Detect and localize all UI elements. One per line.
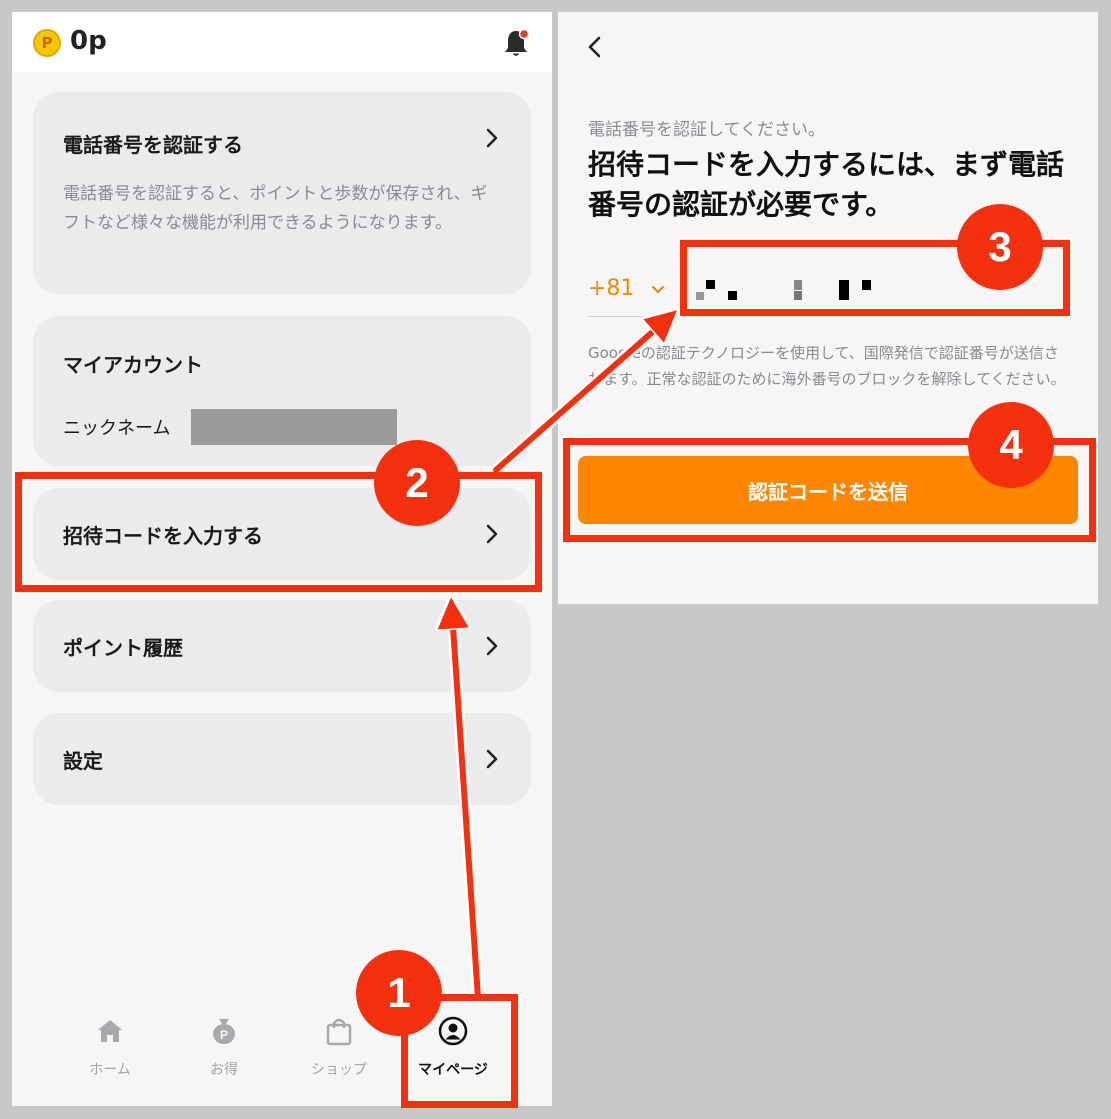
points-balance: 0p (70, 26, 107, 56)
nickname-redacted (191, 409, 397, 445)
my-page-screen: P 0p 電話番号を認証する 電話番号を認証すると、ポイントと歩数が保存され、ギ… (12, 12, 552, 1106)
shopping-bag-icon (326, 1018, 352, 1046)
notification-bell-icon[interactable] (502, 28, 530, 58)
my-account-card: マイアカウント ニックネーム (33, 316, 531, 466)
chevron-right-icon (486, 524, 498, 544)
my-account-title: マイアカウント (63, 353, 203, 377)
nav-mypage-label: マイページ (418, 1062, 488, 1078)
step-3-badge: 3 (957, 204, 1043, 290)
bottom-nav: ホーム P お得 ショップ マイページ (12, 997, 552, 1106)
step-2-badge: 2 (374, 440, 460, 526)
nav-home-label: ホーム (89, 1062, 131, 1078)
phone-verification-screen: 電話番号を認証してください。 招待コードを入力するには、まず電話番号の認証が必要… (558, 12, 1098, 604)
nav-home[interactable]: ホーム (55, 1015, 165, 1079)
phone-verify-card[interactable]: 電話番号を認証する 電話番号を認証すると、ポイントと歩数が保存され、ギフトなど様… (33, 92, 531, 294)
step-1-badge: 1 (356, 950, 442, 1036)
phone-verify-title: 電話番号を認証する (63, 133, 243, 157)
phone-number-input[interactable] (696, 274, 896, 306)
home-icon (98, 1020, 122, 1042)
step-4-badge: 4 (968, 402, 1054, 488)
invite-code-card[interactable]: 招待コードを入力する (33, 488, 531, 580)
chevron-right-icon (486, 749, 498, 769)
nav-deals[interactable]: P お得 (169, 1015, 279, 1079)
verification-subtitle: 電話番号を認証してください。 (588, 120, 825, 140)
invite-code-title: 招待コードを入力する (63, 524, 263, 548)
point-coin-icon: P (33, 29, 61, 57)
country-code-select[interactable]: +81 (588, 276, 634, 301)
back-arrow-icon[interactable] (584, 34, 606, 60)
country-code-underline (588, 316, 668, 317)
nickname-label: ニックネーム (63, 418, 171, 439)
svg-text:P: P (220, 1028, 228, 1042)
settings-card[interactable]: 設定 (33, 713, 531, 805)
verification-notice: Googleの認証テクノロジーを使用して、国際発信で認証番号が送信されます。正常… (588, 344, 1066, 388)
nav-deals-label: お得 (210, 1062, 238, 1078)
point-history-card[interactable]: ポイント履歴 (33, 600, 531, 692)
profile-icon (438, 1016, 468, 1046)
chevron-right-icon (486, 636, 498, 656)
chevron-right-icon (486, 128, 498, 148)
nav-shop-label: ショップ (311, 1062, 367, 1078)
chevron-down-icon[interactable] (650, 284, 666, 296)
top-bar: P 0p (12, 12, 552, 72)
point-history-title: ポイント履歴 (63, 636, 183, 660)
points-bag-icon: P (213, 1019, 235, 1044)
settings-title: 設定 (63, 749, 103, 773)
phone-verify-description: 電話番号を認証すると、ポイントと歩数が保存され、ギフトなど様々な機能が利用できる… (63, 184, 488, 233)
